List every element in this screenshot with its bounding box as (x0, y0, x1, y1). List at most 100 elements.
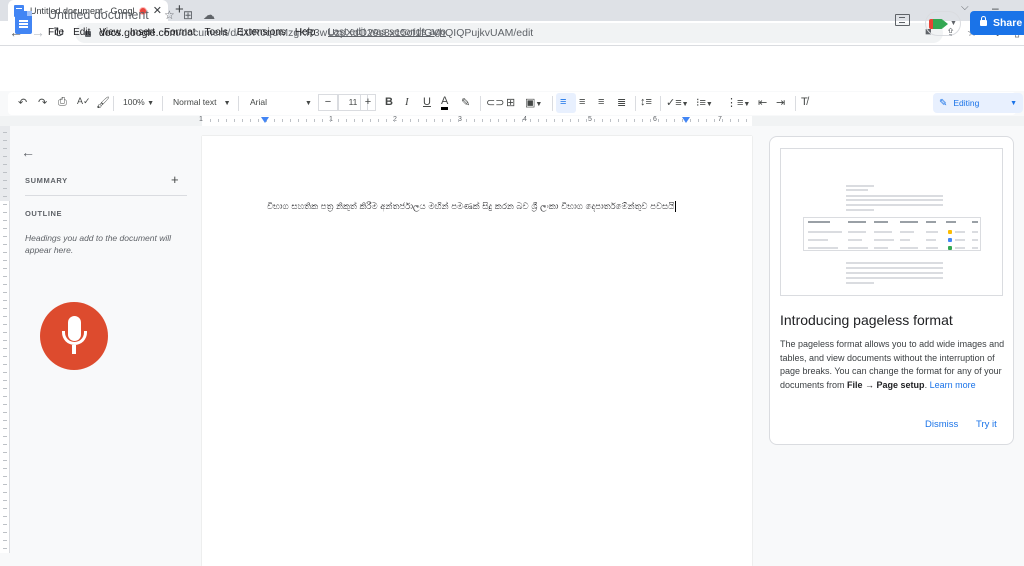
ruler-label: 1 (199, 116, 203, 123)
menu-extensions[interactable]: Extensions (237, 27, 286, 38)
close-outline-arrow-icon[interactable]: ← (21, 144, 35, 160)
zoom-select[interactable]: 100% ▼ (123, 97, 154, 107)
italic-icon[interactable]: I (405, 96, 409, 108)
docs-logo-icon[interactable] (15, 11, 32, 34)
comment-history-icon[interactable] (895, 14, 910, 26)
vertical-ruler-tick (3, 212, 7, 213)
ruler-tick (562, 119, 563, 122)
ruler-tick (306, 119, 307, 122)
undo-icon[interactable]: ↶ (18, 96, 27, 109)
increase-indent-icon[interactable]: ⇥ (776, 96, 785, 109)
document-body-text[interactable]: විභාග සහතික පත්‍ර නිකුත් කිරීම අන්තර්ජාල… (267, 201, 737, 214)
vertical-ruler-tick (3, 532, 7, 533)
forward-arrow-icon[interactable]: → (31, 24, 45, 40)
dismiss-button[interactable]: Dismiss (925, 419, 958, 430)
ruler-tick (362, 119, 363, 122)
vertical-ruler-tick (3, 380, 7, 381)
menu-insert[interactable]: Insert (130, 27, 155, 38)
ruler-tick (210, 119, 211, 122)
vertical-ruler-tick (3, 260, 7, 261)
ruler-tick (410, 119, 411, 122)
voice-typing-button[interactable] (40, 302, 108, 370)
decrease-indent-icon[interactable]: ⇤ (758, 96, 767, 109)
justify-icon[interactable]: ≣ (617, 96, 626, 109)
ruler-tick (418, 119, 419, 122)
vertical-ruler-tick (3, 148, 7, 149)
vertical-ruler-tick (3, 452, 7, 453)
bulleted-list-icon[interactable]: ⁝≡▼ (696, 96, 713, 109)
ruler-tick (370, 119, 371, 122)
ruler-tick (282, 119, 283, 122)
ruler-tick (554, 119, 555, 122)
bold-icon[interactable]: B (385, 96, 393, 108)
decrease-font-size-button[interactable]: − (318, 94, 338, 111)
menu-help[interactable]: Help (295, 27, 316, 38)
move-folder-icon[interactable]: ⊞ (183, 8, 193, 22)
menu-tools[interactable]: Tools (205, 27, 228, 38)
ruler-tick (730, 119, 731, 122)
menu-format[interactable]: Format (164, 27, 196, 38)
toolbar-divider (552, 96, 553, 111)
vertical-ruler-tick (3, 500, 7, 501)
highlight-color-icon[interactable]: ✎ (461, 96, 470, 109)
vertical-ruler-tick (3, 252, 7, 253)
chevron-down-icon[interactable]: ▼ (305, 97, 312, 107)
print-icon[interactable]: ⎙ (58, 96, 67, 109)
add-summary-icon[interactable]: + (171, 172, 179, 187)
docs-header (0, 46, 1024, 91)
ruler-tick (402, 119, 403, 122)
align-left-icon: ≡ (560, 96, 567, 108)
chevron-down-icon: ▼ (223, 100, 231, 107)
vertical-ruler-tick (3, 420, 7, 421)
redo-icon[interactable]: ↷ (38, 96, 47, 109)
spellcheck-icon[interactable]: A✓ (77, 96, 91, 107)
menu-view[interactable]: View (99, 27, 121, 38)
close-tab-icon[interactable]: ✕ (153, 4, 162, 17)
menu-edit[interactable]: Edit (73, 27, 90, 38)
vertical-ruler-tick (3, 364, 7, 365)
line-spacing-icon[interactable]: ↕≡ (640, 96, 652, 108)
ruler-tick (738, 119, 739, 122)
star-icon[interactable]: ☆ (164, 8, 175, 22)
vertical-ruler-tick (3, 188, 7, 189)
text-color-icon[interactable]: A (441, 96, 449, 110)
ruler-tick (690, 119, 691, 122)
underline-icon[interactable]: U (423, 96, 431, 108)
align-center-icon[interactable]: ≡ (579, 96, 585, 108)
share-button[interactable]: Share (970, 11, 1024, 35)
insert-image-icon[interactable]: ▣▼ (525, 96, 542, 109)
menu-file[interactable]: File (48, 27, 64, 38)
right-indent-marker[interactable] (682, 117, 690, 123)
vertical-ruler-tick (3, 476, 7, 477)
meet-button[interactable]: ▼ (925, 11, 961, 36)
align-left-button[interactable]: ≡ (556, 93, 576, 113)
style-select[interactable]: Normal text ▼ (173, 97, 231, 107)
document-title[interactable]: Untitled document (48, 8, 149, 22)
paint-format-icon[interactable]: 🖌 (96, 96, 110, 109)
tab-search-icon[interactable]: ⌵ (961, 2, 969, 13)
ruler-tick (626, 119, 627, 122)
toolbar-divider (238, 96, 239, 111)
numbered-list-icon[interactable]: ⋮≡▼ (726, 96, 750, 109)
vertical-ruler-tick (3, 332, 7, 333)
checklist-icon[interactable]: ✓≡▼ (666, 96, 689, 109)
add-comment-icon[interactable]: ⊞ (506, 96, 515, 109)
clear-formatting-icon[interactable]: T̸ (801, 96, 808, 108)
align-right-icon[interactable]: ≡ (598, 96, 604, 108)
left-indent-marker[interactable] (261, 117, 269, 123)
insert-link-icon[interactable]: ⊂⊃ (486, 96, 504, 109)
ruler-tick (602, 119, 603, 122)
learn-more-link[interactable]: Learn more (930, 380, 976, 390)
ruler-tick (330, 119, 331, 122)
cloud-status-icon[interactable]: ☁ (203, 8, 215, 22)
editing-mode-select[interactable]: ✎ Editing ▼ (933, 93, 1023, 113)
last-edit-link[interactable]: Last edit was seconds ago (328, 27, 446, 38)
vertical-ruler-tick (3, 412, 7, 413)
increase-font-size-button[interactable]: + (360, 94, 376, 111)
font-value: Arial (250, 97, 268, 107)
ruler-tick (618, 119, 619, 122)
ruler-tick (522, 119, 523, 122)
ruler-tick (498, 119, 499, 122)
font-select[interactable]: Arial (250, 97, 267, 107)
try-it-button[interactable]: Try it (976, 419, 997, 430)
